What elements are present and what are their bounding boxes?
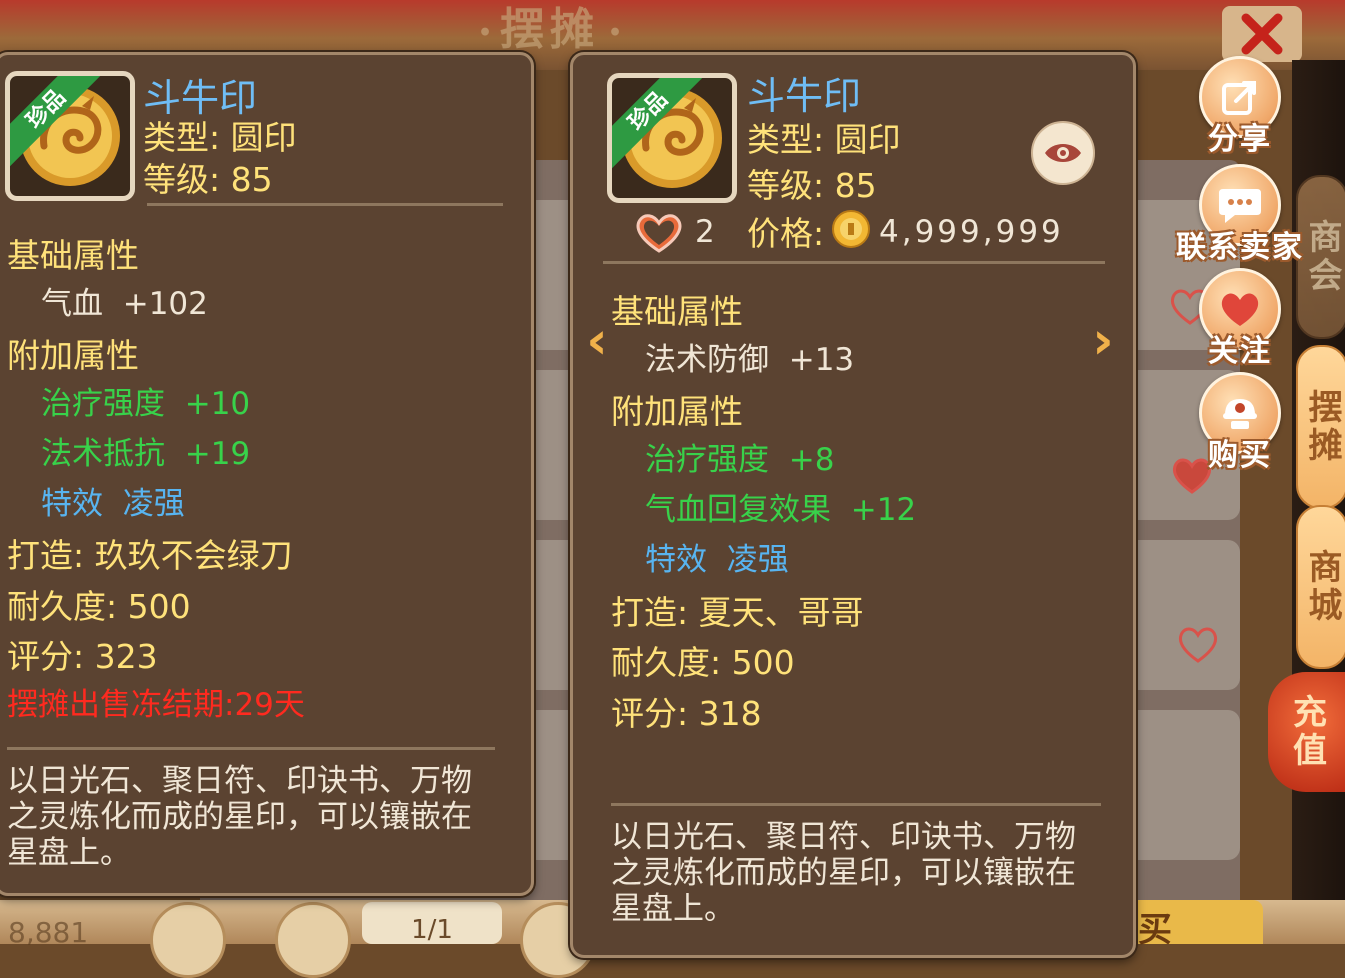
- equipped-item-card: 珍品 斗牛印 类型: 圆印 等级: 85 基础属性 气血 +102 附加属性 治…: [0, 52, 534, 896]
- item-durability: 耐久度: 500: [7, 587, 191, 626]
- base-attr-header: 基础属性: [7, 236, 139, 275]
- base-attr-header: 基础属性: [611, 292, 743, 331]
- item-type: 类型: 圆印: [747, 120, 901, 159]
- item-icon-frame: 珍品: [607, 73, 737, 203]
- item-type: 类型: 圆印: [143, 118, 297, 157]
- divider: [611, 803, 1101, 806]
- price-value: 4,999,999: [879, 214, 1064, 250]
- item-icon-frame: 珍品: [5, 71, 135, 201]
- base-attr: 法术防御 +13: [645, 342, 855, 378]
- divider: [7, 747, 495, 750]
- extra-attr-header: 附加属性: [611, 392, 743, 431]
- close-x-icon: [1241, 13, 1283, 55]
- item-name: 斗牛印: [143, 76, 258, 120]
- prev-item-arrow[interactable]: ‹: [579, 313, 615, 369]
- item-score: 评分: 318: [611, 694, 762, 733]
- buy-action-button[interactable]: 购买: [1165, 372, 1315, 474]
- close-button[interactable]: [1222, 6, 1302, 62]
- eye-icon: [1045, 144, 1081, 162]
- extra-attr: 治疗强度 +8: [645, 442, 835, 478]
- freeze-notice: 摆摊出售冻结期:29天: [7, 687, 305, 723]
- item-description: 以日光石、聚日符、印诀书、万物之灵炼化而成的星印，可以镶嵌在星盘上。: [611, 819, 1076, 927]
- extra-attr: 治疗强度 +10: [41, 386, 251, 422]
- extra-attr: 气血回复效果 +12: [645, 492, 917, 528]
- item-description: 以日光石、聚日符、印诀书、万物之灵炼化而成的星印，可以镶嵌在星盘上。: [7, 763, 472, 871]
- item-score: 评分: 323: [7, 637, 158, 676]
- follow-label: 关注: [1208, 334, 1272, 369]
- heart-icon: [1221, 293, 1259, 326]
- window-title: • 摆摊 •: [477, 4, 623, 55]
- prev-page-button[interactable]: [150, 902, 226, 978]
- item-crafter: 打造: 夏天、哥哥: [611, 593, 864, 632]
- next-item-arrow[interactable]: ›: [1085, 313, 1121, 369]
- buy-label: 购买: [1208, 438, 1272, 473]
- preview-button[interactable]: [1031, 121, 1095, 185]
- like-heart-icon[interactable]: [633, 211, 685, 255]
- contact-seller-label: 联系卖家: [1176, 230, 1304, 265]
- share-label: 分享: [1208, 122, 1272, 157]
- stall-item-card: 珍品 斗牛印 类型: 圆印 等级: 85 2 价格: 4,999,999 ‹ ›…: [570, 52, 1136, 958]
- page-indicator: 1/1: [362, 902, 502, 945]
- row-heart-icon[interactable]: [1176, 624, 1220, 664]
- base-attr: 气血 +102: [41, 286, 208, 322]
- extra-attr-header: 附加属性: [7, 336, 139, 375]
- recharge-button[interactable]: 充值: [1268, 672, 1345, 792]
- item-name: 斗牛印: [747, 74, 862, 118]
- share-button[interactable]: 分享: [1165, 56, 1315, 158]
- tab-mall[interactable]: 商城: [1296, 505, 1345, 669]
- contact-seller-button[interactable]: 联系卖家: [1165, 164, 1315, 266]
- buy-button-background[interactable]: 买: [1130, 900, 1263, 950]
- bottom-currency-amount: 8,881: [8, 916, 89, 949]
- price-label: 价格:: [747, 214, 825, 253]
- divider: [147, 203, 503, 206]
- special-effect: 特效 凌强: [645, 542, 789, 578]
- item-crafter: 打造: 玖玖不会绿刀: [7, 536, 293, 575]
- divider: [603, 261, 1105, 264]
- coin-icon: [832, 210, 870, 248]
- item-level: 等级: 85: [747, 166, 877, 205]
- like-count: 2: [695, 214, 715, 250]
- chat-bubble-icon: [1219, 189, 1261, 223]
- buy-icon: [1223, 399, 1257, 429]
- follow-button[interactable]: 关注: [1165, 268, 1315, 370]
- item-durability: 耐久度: 500: [611, 643, 795, 682]
- special-effect: 特效 凌强: [41, 486, 185, 522]
- item-level: 等级: 85: [143, 160, 273, 199]
- extra-attr: 法术抵抗 +19: [41, 436, 251, 472]
- share-icon: [1222, 81, 1256, 115]
- next-page-button[interactable]: [275, 902, 351, 978]
